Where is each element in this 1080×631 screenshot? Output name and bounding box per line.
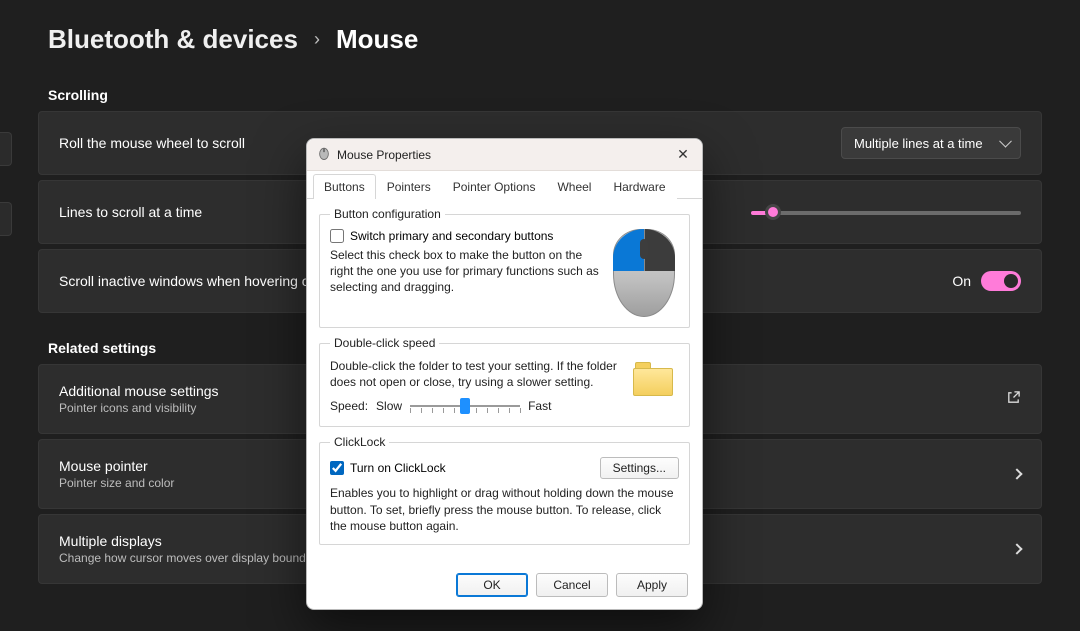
tab-wheel[interactable]: Wheel (546, 174, 602, 199)
folder-test-icon[interactable] (633, 362, 673, 396)
dialog-titlebar[interactable]: Mouse Properties ✕ (307, 139, 702, 171)
cancel-button[interactable]: Cancel (536, 573, 608, 597)
checkbox-switch-buttons-label: Switch primary and secondary buttons (350, 229, 553, 243)
chevron-right-icon: › (314, 29, 320, 50)
slider-double-click-thumb[interactable] (460, 398, 470, 414)
dropdown-roll-value: Multiple lines at a time (854, 136, 983, 151)
button-clicklock-settings[interactable]: Settings... (600, 457, 679, 479)
dialog-mouse-properties: Mouse Properties ✕ Buttons Pointers Poin… (306, 138, 703, 610)
checkbox-clicklock-input[interactable] (330, 461, 344, 475)
desc-clicklock: Enables you to highlight or drag without… (330, 485, 679, 534)
checkbox-switch-buttons[interactable]: Switch primary and secondary buttons (330, 229, 603, 243)
open-external-icon (1006, 390, 1021, 408)
label-additional: Additional mouse settings (59, 383, 219, 399)
chevron-right-icon (1011, 468, 1022, 479)
toggle-state-scroll-inactive: On (952, 273, 971, 289)
legend-double-click: Double-click speed (330, 336, 439, 350)
dialog-button-row: OK Cancel Apply (307, 563, 702, 609)
group-double-click-speed: Double-click speed Double-click the fold… (319, 336, 690, 427)
toggle-scroll-inactive[interactable] (981, 271, 1021, 291)
breadcrumb-current: Mouse (336, 24, 418, 55)
dialog-tabs: Buttons Pointers Pointer Options Wheel H… (307, 171, 702, 199)
edge-tab-1 (0, 132, 12, 166)
legend-button-configuration: Button configuration (330, 207, 445, 221)
desc-switch-buttons: Select this check box to make the button… (330, 247, 603, 296)
label-lines-to-scroll: Lines to scroll at a time (59, 204, 202, 220)
desc-double-click: Double-click the folder to test your set… (330, 358, 623, 390)
slider-double-click-speed[interactable] (410, 396, 520, 416)
slider-lines-to-scroll[interactable] (751, 206, 1021, 218)
checkbox-clicklock-label: Turn on ClickLock (350, 461, 446, 475)
sublabel-mouse-pointer: Pointer size and color (59, 476, 174, 490)
close-icon[interactable]: ✕ (674, 146, 692, 163)
legend-clicklock: ClickLock (330, 435, 389, 449)
checkbox-switch-buttons-input[interactable] (330, 229, 344, 243)
checkbox-clicklock[interactable]: Turn on ClickLock (330, 461, 446, 475)
chevron-right-icon (1011, 543, 1022, 554)
tab-buttons[interactable]: Buttons (313, 174, 376, 199)
label-slow: Slow (376, 399, 402, 413)
breadcrumb-parent[interactable]: Bluetooth & devices (48, 24, 298, 55)
group-button-configuration: Button configuration Switch primary and … (319, 207, 690, 328)
label-fast: Fast (528, 399, 551, 413)
slider-track (751, 211, 1021, 215)
apply-button[interactable]: Apply (616, 573, 688, 597)
tab-pointer-options[interactable]: Pointer Options (442, 174, 547, 199)
breadcrumb: Bluetooth & devices › Mouse (0, 0, 1080, 63)
tab-hardware[interactable]: Hardware (602, 174, 676, 199)
label-multiple-displays: Multiple displays (59, 533, 332, 549)
tab-pointers[interactable]: Pointers (376, 174, 442, 199)
group-clicklock: ClickLock Turn on ClickLock Settings... … (319, 435, 690, 545)
label-speed: Speed: (330, 399, 368, 413)
edge-tab-2 (0, 202, 12, 236)
sublabel-multiple-displays: Change how cursor moves over display bou… (59, 551, 332, 565)
ok-button[interactable]: OK (456, 573, 528, 597)
mouse-illustration (613, 229, 675, 317)
sublabel-additional: Pointer icons and visibility (59, 401, 219, 415)
label-roll-wheel: Roll the mouse wheel to scroll (59, 135, 245, 151)
mouse-icon-small (317, 146, 331, 163)
label-mouse-pointer: Mouse pointer (59, 458, 174, 474)
section-title-scrolling: Scrolling (0, 63, 1080, 111)
dialog-title: Mouse Properties (337, 148, 674, 162)
slider-thumb[interactable] (765, 204, 781, 220)
dropdown-roll-wheel[interactable]: Multiple lines at a time (841, 127, 1021, 159)
toggle-knob (1004, 274, 1018, 288)
